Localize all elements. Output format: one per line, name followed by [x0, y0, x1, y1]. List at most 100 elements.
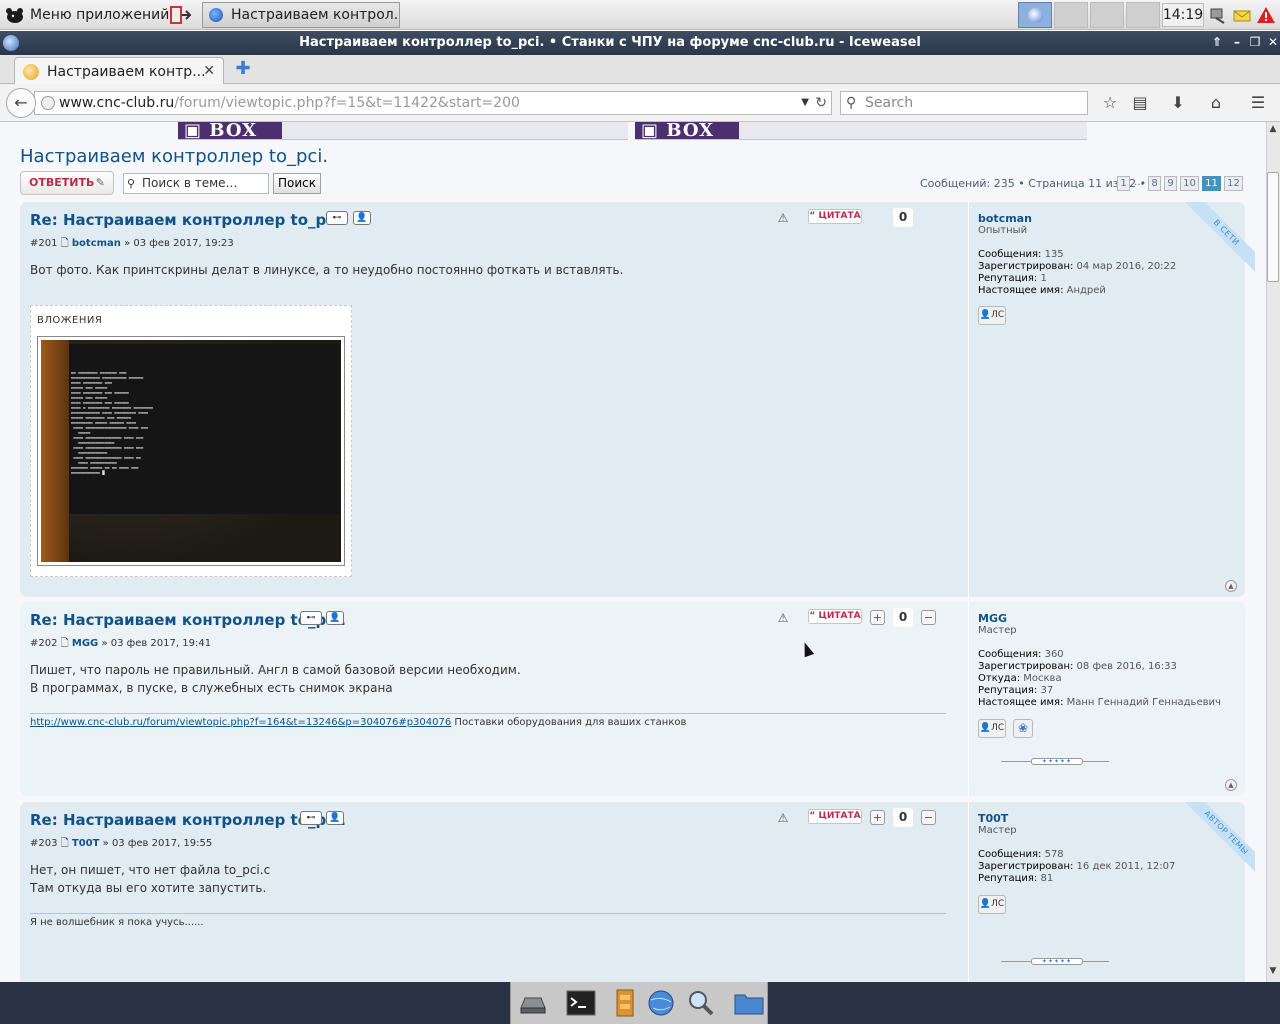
post-author-link[interactable]: botcman [72, 238, 121, 249]
pm-button[interactable]: 👤ЛС [978, 719, 1006, 738]
workspace-3[interactable] [1090, 2, 1124, 28]
rep-plus-button[interactable]: + [870, 610, 885, 625]
report-icon[interactable]: ⚠ [776, 210, 790, 225]
author-profile-icon[interactable]: 👤 [326, 811, 344, 825]
topic-search-button[interactable]: Поиск [273, 173, 321, 194]
author-posts-count[interactable]: 360 [1045, 649, 1064, 660]
clock[interactable]: 14:19 [1162, 3, 1204, 27]
drive-icon[interactable] [517, 988, 549, 1018]
apps-menu-label: Меню приложений [30, 7, 170, 23]
reputation-count: 0 [893, 608, 913, 627]
post-link-icon[interactable]: ⊷ [300, 611, 322, 625]
post-body: Пишет, что пароль не правильный. Англ в … [30, 661, 521, 697]
post-number[interactable]: #201 [30, 238, 57, 249]
rep-minus-button[interactable]: − [921, 610, 936, 625]
author-posts-count[interactable]: 135 [1045, 249, 1064, 260]
workspace-2[interactable] [1054, 2, 1088, 28]
file-cabinet-icon[interactable] [609, 988, 641, 1018]
history-dropdown-icon[interactable]: ▼ [801, 92, 809, 114]
minimize-button[interactable]: – [1230, 35, 1244, 49]
bookmark-star-icon[interactable]: ☆ [1100, 93, 1120, 113]
hamburger-menu-icon[interactable]: ☰ [1248, 93, 1268, 113]
post-number[interactable]: #202 [30, 638, 57, 649]
post-title[interactable]: Re: Настраиваем контроллер to_pci. [30, 811, 346, 829]
scroll-down-icon[interactable]: ▼ [1266, 966, 1280, 980]
post-meta: #201 🗋 botcman » 03 фев 2017, 19:23 [30, 236, 234, 253]
page-link-8[interactable]: 8 [1148, 176, 1161, 191]
back-button[interactable]: ← [6, 88, 36, 118]
post-link-icon[interactable]: ⊷ [326, 211, 348, 225]
search-icon[interactable] [685, 988, 717, 1018]
quote-button[interactable]: “ ЦИТАТА [808, 209, 862, 224]
page-link-12[interactable]: 12 [1224, 176, 1243, 191]
report-icon[interactable]: ⚠ [776, 810, 790, 825]
author-name[interactable]: MGG [978, 612, 1007, 625]
page-current-11[interactable]: 11 [1202, 176, 1221, 191]
author-profile-icon[interactable]: 👤 [353, 211, 371, 225]
close-window-button[interactable]: ✕ [1266, 35, 1280, 49]
quote-button[interactable]: “ ЦИТАТА [808, 809, 862, 824]
topic-search-input[interactable]: ⚲ Поиск в теме… [123, 173, 269, 194]
page-link-9[interactable]: 9 [1164, 176, 1177, 191]
tab-title: Настраиваем контр... [47, 63, 206, 80]
mail-icon[interactable] [1232, 6, 1252, 24]
shade-button[interactable]: ⇑ [1210, 35, 1224, 49]
author-name[interactable]: botcman [978, 212, 1032, 225]
banner-logo: ▣ BOX [178, 122, 282, 139]
logout-icon[interactable] [168, 4, 192, 26]
web-browser-icon[interactable] [645, 988, 677, 1018]
signature-link[interactable]: http://www.cnc-club.ru/forum/viewtopic.p… [30, 717, 451, 728]
maximize-button[interactable]: ❐ [1248, 35, 1262, 49]
post-link-icon[interactable]: ⊷ [300, 811, 322, 825]
warning-icon[interactable] [1256, 6, 1276, 24]
attachment-photo[interactable]: ▬▬ ▬▬▬▬▬▬▬▬ ▬▬▬▬▬▬▬ ▬▬▬ ▬▬▬▬▬▬▬▬▬▬▬▬ ▬▬▬… [37, 336, 345, 566]
page-title[interactable]: Настраиваем контроллер to_pci. [20, 146, 328, 167]
post-author-link[interactable]: T00T [72, 838, 100, 849]
downloads-icon[interactable]: ⬇ [1168, 93, 1188, 113]
tab-forum[interactable]: Настраиваем контр... ✕ [14, 57, 224, 85]
page-link-10[interactable]: 10 [1180, 176, 1199, 191]
pm-button[interactable]: 👤ЛС [978, 306, 1006, 325]
post-number[interactable]: #203 [30, 838, 57, 849]
icq-icon[interactable]: ❀ [1013, 719, 1033, 738]
signature: http://www.cnc-club.ru/forum/viewtopic.p… [30, 717, 686, 728]
post-author-link[interactable]: MGG [72, 638, 98, 649]
close-tab-icon[interactable]: ✕ [203, 63, 215, 79]
back-to-top-icon[interactable]: ▲ [1225, 779, 1237, 791]
ad-banner[interactable]: ▣ BOX [635, 122, 1087, 140]
taskbar-window-button[interactable]: Настраиваем контрол... [202, 2, 400, 28]
post-title[interactable]: Re: Настраиваем контроллер to_pci. [30, 211, 346, 229]
scroll-up-icon[interactable]: ▲ [1266, 124, 1280, 138]
url-bar[interactable]: www.cnc-club.ru/forum/viewtopic.php?f=15… [34, 91, 832, 115]
page-link-1[interactable]: 1 [1117, 176, 1130, 191]
ad-banner[interactable]: ▣ BOX [178, 122, 628, 140]
pm-button[interactable]: 👤ЛС [978, 895, 1006, 914]
rep-minus-button[interactable]: − [921, 810, 936, 825]
apps-menu-button[interactable]: Меню приложений [4, 3, 169, 27]
reply-button[interactable]: ОТВЕТИТЬ ✎ [20, 171, 114, 195]
reload-icon[interactable]: ↻ [815, 92, 827, 114]
search-input[interactable]: ⚲ Search [840, 91, 1088, 115]
new-tab-button[interactable]: ✚ [234, 60, 252, 78]
home-icon[interactable]: ⌂ [1206, 93, 1226, 113]
back-to-top-icon[interactable]: ▲ [1225, 580, 1237, 592]
reputation-count: 0 [893, 808, 913, 827]
window-title: Настраиваем контроллер to_pci. • Станки … [299, 35, 921, 50]
author-name[interactable]: T00T [978, 812, 1008, 825]
post-title[interactable]: Re: Настраиваем контроллер to_pci. [30, 611, 346, 629]
terminal-icon[interactable] [565, 988, 597, 1018]
author-profile-icon[interactable]: 👤 [326, 611, 344, 625]
network-icon[interactable] [1208, 6, 1228, 24]
workspace-4[interactable] [1126, 2, 1160, 28]
scrollbar-thumb[interactable] [1267, 172, 1279, 282]
folder-icon[interactable] [733, 988, 765, 1018]
post-202: Re: Настраиваем контроллер to_pci. ⊷ 👤 #… [20, 602, 1245, 796]
workspace-1[interactable] [1018, 2, 1052, 28]
author-posts-count[interactable]: 578 [1045, 849, 1064, 860]
quote-button[interactable]: “ ЦИТАТА [808, 609, 862, 624]
author-reputation: 37 [1040, 685, 1054, 696]
post-body-line: Там откуда вы его хотите запустить. [30, 881, 267, 895]
reading-list-icon[interactable]: ▤ [1130, 93, 1150, 113]
report-icon[interactable]: ⚠ [776, 610, 790, 625]
rep-plus-button[interactable]: + [870, 810, 885, 825]
